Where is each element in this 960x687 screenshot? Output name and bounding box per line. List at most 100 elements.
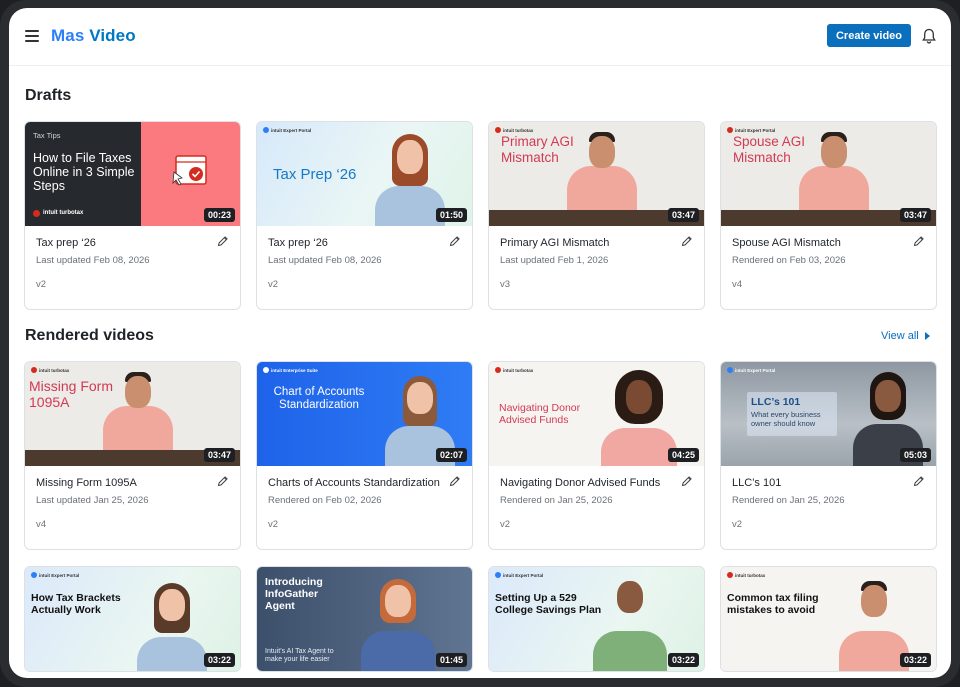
duration-badge: 03:22	[899, 653, 931, 667]
edit-pencil-icon[interactable]	[913, 235, 925, 247]
card-version: v2	[36, 279, 47, 290]
video-thumbnail: Introducing InfoGather Agent Intuit’s AI…	[257, 567, 472, 671]
card-title: Spouse AGI Mismatch	[732, 237, 841, 249]
draft-card[interactable]: Tax Tips How to File Taxes Online in 3 S…	[24, 121, 241, 310]
device-frame: Mas Video Create video Drafts Tax Tips H…	[0, 0, 960, 687]
video-thumbnail: intuit Expert Portal How Tax Brackets Ac…	[25, 567, 240, 671]
view-all-label: View all	[881, 330, 919, 342]
card-date: Rendered on Feb 03, 2026	[732, 255, 846, 266]
card-date: Rendered on Feb 02, 2026	[268, 495, 382, 506]
duration-badge: 01:50	[435, 208, 467, 222]
thumb-subtitle: What every business owner should know	[751, 410, 821, 428]
rendered-video-card[interactable]: intuit Enterprise Suite Chart of Account…	[256, 361, 473, 550]
card-date: Last updated Jan 25, 2026	[36, 495, 149, 506]
logo-text: intuit Expert Portal	[735, 127, 776, 133]
turbotax-logo: intuit turbotax	[495, 367, 533, 373]
create-video-button[interactable]: Create video	[827, 24, 911, 47]
rendered-video-card[interactable]: intuit turbotax Missing Form 1095A 03:47…	[24, 361, 241, 550]
brand-text-mas: Mas	[51, 26, 90, 45]
brand-text-video: Video	[89, 26, 136, 45]
video-thumbnail: intuit turbotax Common tax filing mistak…	[721, 567, 936, 671]
video-thumbnail: intuit turbotax Primary AGI Mismatch 03:…	[489, 122, 704, 226]
draft-card[interactable]: intuit turbotax Primary AGI Mismatch 03:…	[488, 121, 705, 310]
edit-pencil-icon[interactable]	[913, 475, 925, 487]
view-all-link[interactable]: View all	[881, 330, 930, 342]
rendered-video-card[interactable]: intuit Expert Portal Setting Up a 529 Co…	[488, 566, 705, 672]
turbotax-logo: intuit turbotax	[31, 367, 69, 373]
card-version: v2	[500, 519, 511, 530]
thumb-tag: Tax Tips	[33, 131, 61, 140]
turbotax-logo: intuit turbotax	[727, 572, 765, 578]
card-info: Charts of Accounts Standardization Rende…	[257, 466, 472, 549]
duration-badge: 03:47	[667, 208, 699, 222]
video-thumbnail: intuit turbotax Missing Form 1095A 03:47	[25, 362, 240, 466]
video-thumbnail: intuit Expert Portal Setting Up a 529 Co…	[489, 567, 704, 671]
card-title: Charts of Accounts Standardization	[268, 477, 440, 489]
logo-text: intuit Expert Portal	[503, 572, 544, 578]
hamburger-menu-icon[interactable]	[25, 30, 39, 42]
edit-pencil-icon[interactable]	[449, 475, 461, 487]
card-date: Rendered on Jan 25, 2026	[500, 495, 613, 506]
presenter-figure	[361, 575, 435, 671]
app-screen: Mas Video Create video Drafts Tax Tips H…	[9, 8, 951, 678]
caret-right-icon	[924, 332, 930, 340]
card-date: Last updated Feb 1, 2026	[500, 255, 609, 266]
card-title: Primary AGI Mismatch	[500, 237, 610, 249]
edit-pencil-icon[interactable]	[681, 475, 693, 487]
logo-text: intuit turbotax	[503, 367, 534, 373]
logo-text: intuit Expert Portal	[735, 367, 776, 373]
edit-pencil-icon[interactable]	[217, 235, 229, 247]
draft-card[interactable]: intuit Expert Portal Spouse AGI Mismatch…	[720, 121, 937, 310]
thumb-title: Tax Prep ‘26	[273, 166, 357, 183]
card-date: Last updated Feb 08, 2026	[36, 255, 150, 266]
presenter-figure	[601, 370, 677, 466]
thumb-title: Setting Up a 529 College Savings Plan	[495, 592, 602, 617]
card-version: v2	[268, 279, 279, 290]
thumb-title: How Tax Brackets Actually Work	[31, 592, 121, 617]
draft-card[interactable]: intuit Expert Portal Tax Prep ‘26 01:50 …	[256, 121, 473, 310]
card-version: v2	[732, 519, 743, 530]
rendered-video-card[interactable]: intuit turbotax Navigating Donor Advised…	[488, 361, 705, 550]
rendered-video-card[interactable]: intuit Expert Portal How Tax Brackets Ac…	[24, 566, 241, 672]
expert-portal-logo: intuit Expert Portal	[263, 127, 311, 133]
edit-pencil-icon[interactable]	[681, 235, 693, 247]
card-info: Navigating Donor Advised Funds Rendered …	[489, 466, 704, 549]
video-thumbnail: intuit Enterprise Suite Chart of Account…	[257, 362, 472, 466]
card-info: LLC’s 101 Rendered on Jan 25, 2026 v2	[721, 466, 936, 549]
presenter-figure	[839, 575, 909, 671]
logo-text: intuit turbotax	[43, 210, 84, 217]
expert-portal-logo: intuit Expert Portal	[495, 572, 543, 578]
presenter-figure	[593, 575, 667, 671]
thumb-title: How to File Taxes Online in 3 Simple Ste…	[33, 151, 135, 193]
browser-check-illustration-icon	[172, 155, 207, 186]
duration-badge: 04:25	[667, 448, 699, 462]
card-title: Tax prep ‘26	[268, 237, 328, 249]
card-info: Primary AGI Mismatch Last updated Feb 1,…	[489, 226, 704, 309]
card-version: v3	[500, 279, 511, 290]
thumb-title: LLC’s 101	[751, 396, 801, 408]
presenter-figure	[375, 130, 445, 226]
app-brand[interactable]: Mas Video	[51, 26, 136, 46]
edit-pencil-icon[interactable]	[217, 475, 229, 487]
top-bar: Mas Video Create video	[9, 8, 951, 66]
logo-text: intuit Expert Portal	[39, 572, 80, 578]
card-date: Last updated Feb 08, 2026	[268, 255, 382, 266]
duration-badge: 03:22	[203, 653, 235, 667]
card-title: Navigating Donor Advised Funds	[500, 477, 661, 489]
card-title: Missing Form 1095A	[36, 477, 137, 489]
card-info: Missing Form 1095A Last updated Jan 25, …	[25, 466, 240, 549]
rendered-video-card[interactable]: intuit Expert Portal LLC’s 101 What ever…	[720, 361, 937, 550]
video-thumbnail: intuit Expert Portal Spouse AGI Mismatch…	[721, 122, 936, 226]
expert-portal-logo: intuit Expert Portal	[727, 367, 775, 373]
card-title: Tax prep ‘26	[36, 237, 96, 249]
thumb-title: Introducing InfoGather Agent	[265, 576, 323, 613]
duration-badge: 05:03	[899, 448, 931, 462]
card-info: Spouse AGI Mismatch Rendered on Feb 03, …	[721, 226, 936, 309]
rendered-video-card[interactable]: intuit turbotax Common tax filing mistak…	[720, 566, 937, 672]
logo-text: intuit turbotax	[735, 572, 766, 578]
notification-bell-icon[interactable]	[921, 28, 937, 45]
duration-badge: 03:47	[203, 448, 235, 462]
rendered-video-card[interactable]: Introducing InfoGather Agent Intuit’s AI…	[256, 566, 473, 672]
thumb-subtitle: Intuit’s AI Tax Agent to make your life …	[265, 648, 334, 664]
edit-pencil-icon[interactable]	[449, 235, 461, 247]
